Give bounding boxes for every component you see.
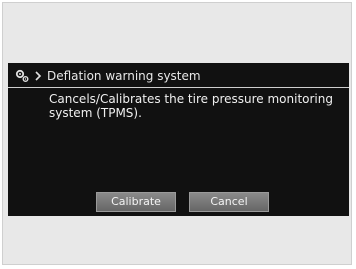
chevron-right-icon — [35, 71, 42, 81]
description-text: Cancels/Calibrates the tire pressure mon… — [49, 92, 333, 120]
calibrate-button[interactable]: Calibrate — [96, 192, 176, 212]
settings-gear-icon — [15, 69, 29, 82]
display-screen: Deflation warning system Cancels/Calibra… — [8, 63, 349, 216]
header-divider — [8, 87, 349, 88]
screen-title: Deflation warning system — [47, 69, 201, 83]
header-bar: Deflation warning system — [8, 65, 349, 87]
cancel-button[interactable]: Cancel — [189, 192, 269, 212]
